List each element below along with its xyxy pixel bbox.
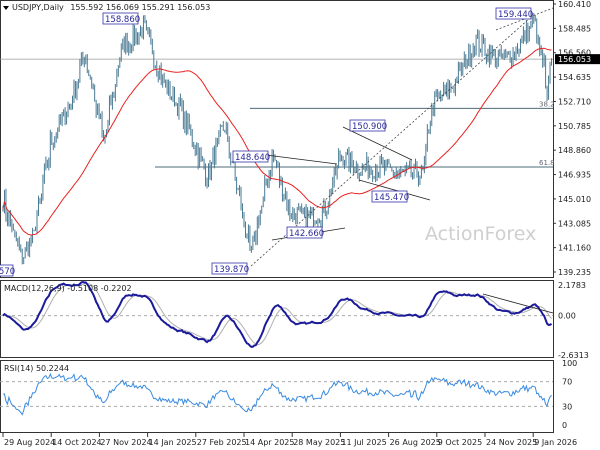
rsi-tick-label: 70 <box>562 378 572 387</box>
watermark: ActionForex <box>425 223 536 245</box>
x-tick-label: 28 May 2025 <box>293 438 345 447</box>
rsi-tick-label: 30 <box>562 402 572 411</box>
y-tick-label: 150.785 <box>558 122 591 131</box>
x-tick-label: 11 Jul 2025 <box>341 438 386 447</box>
collapse-triangle-icon[interactable] <box>3 6 9 10</box>
x-tick-label: 26 Aug 2025 <box>390 438 441 447</box>
rsi-title: RSI(14) 50.2244 <box>4 364 69 373</box>
y-tick-label: 146.935 <box>558 171 591 180</box>
fib-level-label: 61.8 <box>539 159 555 167</box>
y-tick-label: 141.160 <box>558 244 591 253</box>
x-tick-label: 29 Aug 2024 <box>4 438 55 447</box>
price-label: 150.900 <box>352 122 387 132</box>
price-label: 139.870 <box>214 265 249 275</box>
price-label: 139.570 <box>0 267 15 277</box>
chart-window: ActionForex 38.2 61.8 158.860 159.440 150.9… <box>0 0 600 450</box>
price-label: 159.440 <box>498 10 533 20</box>
price-label: 148.640 <box>235 153 270 163</box>
rsi-tick-label: 0 <box>562 421 567 430</box>
y-tick-label: 145.010 <box>558 195 591 204</box>
x-tick-label: 9 Oct 2025 <box>438 438 482 447</box>
x-tick-label: 27 Feb 2025 <box>197 438 247 447</box>
x-tick-label: 27 Nov 2024 <box>100 438 151 447</box>
last-price-value: 156.053 <box>558 55 591 64</box>
x-tick-label: 14 Oct 2024 <box>52 438 101 447</box>
y-tick-label: 152.710 <box>558 97 591 106</box>
y-tick-label: 158.485 <box>558 24 591 33</box>
x-tick-label: 9 Jan 2026 <box>534 438 577 447</box>
y-tick-label: 148.860 <box>558 146 591 155</box>
macd-title: MACD(12,26,9) -0.5108 -0.2202 <box>4 284 132 293</box>
macd-tick-label: 0.00 <box>558 312 576 321</box>
rsi-tick-label: 100 <box>562 359 577 368</box>
rsi-line <box>3 372 552 416</box>
y-tick-label: 143.085 <box>558 219 591 228</box>
x-tick-label: 14 Jan 2025 <box>149 438 197 447</box>
y-tick-label: 154.635 <box>558 73 591 82</box>
price-label: 145.470 <box>374 193 409 203</box>
y-tick-label: 139.235 <box>558 268 591 277</box>
macd-tick-label: 2.1783 <box>558 281 586 290</box>
x-tick-label: 24 Nov 2025 <box>486 438 537 447</box>
x-tick-label: 14 Apr 2025 <box>245 438 294 447</box>
symbol-title: USDJPY,Daily 155.592 156.069 155.291 156… <box>12 3 210 12</box>
moving-average-line <box>2 47 552 236</box>
price-label: 158.860 <box>105 15 140 25</box>
price-label: 142.660 <box>289 229 324 239</box>
fib-level-label: 38.2 <box>539 100 555 108</box>
y-tick-label: 160.410 <box>558 0 591 9</box>
macd-trendline <box>482 293 554 314</box>
chart-canvas: ActionForex 38.2 61.8 158.860 159.440 150.9… <box>0 0 600 447</box>
